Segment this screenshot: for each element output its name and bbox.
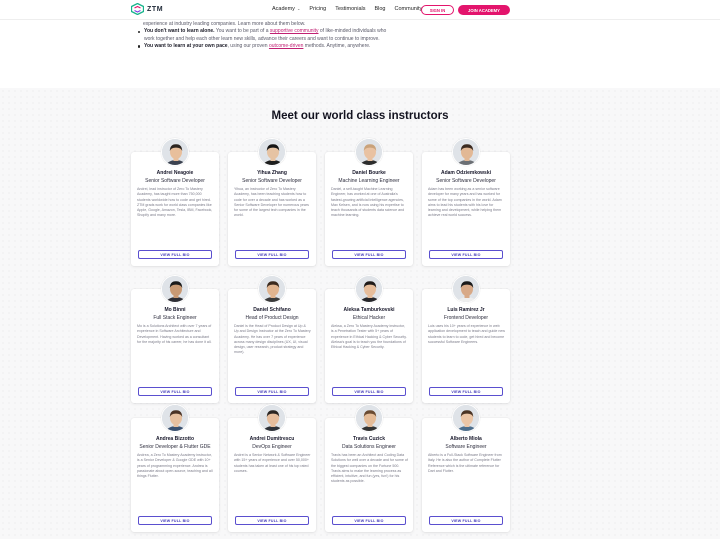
intro-text: experience at industry leading companies… <box>138 21 390 50</box>
instructor-avatar <box>161 275 189 303</box>
bullet-text: methods. Anytime, anywhere. <box>303 42 371 49</box>
view-full-bio-button[interactable]: VIEW FULL BIO <box>429 516 503 525</box>
instructor-bio: Mo is a Solutions Architect with over 7 … <box>137 324 212 344</box>
instructor-role: Ethical Hacker <box>352 315 386 321</box>
instructor-card: Alberto Miola Software Engineer Alberto is… <box>422 404 510 532</box>
instructor-avatar <box>258 404 286 432</box>
nav-link-blog[interactable]: Blog <box>374 6 385 12</box>
instructor-avatar <box>452 275 480 303</box>
view-full-bio-button[interactable]: VIEW FULL BIO <box>332 250 406 259</box>
instructor-avatar <box>452 404 480 432</box>
instructor-avatar <box>355 404 383 432</box>
instructor-name: Andrei Dumitrescu <box>249 436 295 442</box>
intro-bullet-pace: You want to learn at your own pace, usin… <box>138 42 390 50</box>
instructor-avatar <box>258 275 286 303</box>
ztm-logo[interactable]: ZTM <box>131 3 163 15</box>
instructor-name: Daniel Schifano <box>253 307 291 313</box>
intro-bullet-community: You don't want to learn alone. You want … <box>138 28 390 43</box>
instructor-name: Aleksa Tamburkovski <box>343 307 395 313</box>
instructor-card: Daniel Bourke Machine Learning Engineer Da… <box>325 138 413 266</box>
instructor-name: Travis Cuzick <box>353 436 385 442</box>
view-full-bio-button[interactable]: VIEW FULL BIO <box>235 387 309 396</box>
intro-line: experience at industry leading companies… <box>143 21 306 27</box>
instructor-card: Aleksa Tamburkovski Ethical Hacker Aleksa,… <box>325 275 413 403</box>
instructor-bio: Andrea, a Zero To Mastery Academy instru… <box>137 453 213 479</box>
instructor-name: Andrei Neagoie <box>156 170 194 176</box>
nav-link-academy[interactable]: Academy ⌄ <box>272 6 300 12</box>
instructor-avatar <box>161 138 189 166</box>
view-full-bio-button[interactable]: VIEW FULL BIO <box>138 250 212 259</box>
instructor-bio: Andrei is a Senior Network & Software En… <box>234 453 311 473</box>
bullet-bold: You want to learn at your own pace <box>144 42 228 49</box>
nav-link-testimonials[interactable]: Testimonials <box>335 6 365 12</box>
view-full-bio-button[interactable]: VIEW FULL BIO <box>235 250 309 259</box>
bullet-text: You want to be part of a <box>214 28 270 35</box>
instructor-card: Daniel Schifano Head of Product Design Dan… <box>228 275 316 403</box>
view-full-bio-button[interactable]: VIEW FULL BIO <box>332 387 406 396</box>
instructor-card: Adam Odziemkowski Senior Software Develop… <box>422 138 510 266</box>
instructor-name: Luis Ramirez Jr <box>447 307 485 313</box>
bullet-bold: You don't want to learn alone. <box>144 28 215 35</box>
instructor-bio: Adam has been working as a senior softwa… <box>428 187 502 218</box>
instructor-card: Mo Binni Full Stack Engineer Mo is a Solut… <box>131 275 219 403</box>
section-title: Meet our world class instructors <box>271 110 449 122</box>
instructor-avatar <box>452 138 480 166</box>
view-full-bio-button[interactable]: VIEW FULL BIO <box>332 516 406 525</box>
instructor-role: Senior Software Developer <box>145 178 205 184</box>
instructor-bio: Luis uses his 10+ years of experience in… <box>428 324 505 344</box>
instructor-bio: Andrei, lead instructor of Zero To Maste… <box>137 187 213 218</box>
instructor-card: Travis Cuzick Data Solutions Engineer Trav… <box>325 404 413 532</box>
instructor-card: Andrei Neagoie Senior Software Developer A… <box>131 138 219 266</box>
instructor-name: Adam Odziemkowski <box>440 170 491 176</box>
instructor-role: Frontend Developer <box>443 315 489 321</box>
instructor-avatar <box>258 138 286 166</box>
logo-text: ZTM <box>147 5 164 13</box>
nav-link-label: Academy <box>272 6 295 12</box>
view-full-bio-button[interactable]: VIEW FULL BIO <box>138 387 212 396</box>
nav-link-community[interactable]: Community <box>395 6 423 12</box>
instructor-role: Senior Software Developer <box>436 178 496 184</box>
instructor-name: Daniel Bourke <box>352 170 386 176</box>
instructor-card: Andrei Dumitrescu DevOps Engineer Andrei i… <box>228 404 316 532</box>
instructor-bio: Daniel is the Head of Product Design at … <box>234 324 311 355</box>
nav-links: Academy ⌄ Pricing Testimonials Blog Comm… <box>272 6 422 12</box>
instructor-role: Full Stack Engineer <box>153 315 197 321</box>
top-navbar: ZTM Academy ⌄ Pricing Testimonials Blog … <box>0 0 720 20</box>
view-full-bio-button[interactable]: VIEW FULL BIO <box>429 387 503 396</box>
chevron-down-icon: ⌄ <box>295 6 301 11</box>
view-full-bio-button[interactable]: VIEW FULL BIO <box>429 250 503 259</box>
instructor-card: Andrea Bizzotto Senior Developer & Flutte… <box>131 404 219 532</box>
ztm-logo-icon <box>131 3 144 15</box>
instructor-name: Alberto Miola <box>450 436 482 442</box>
view-full-bio-button[interactable]: VIEW FULL BIO <box>138 516 212 525</box>
instructor-avatar <box>355 275 383 303</box>
nav-link-pricing[interactable]: Pricing <box>309 6 326 12</box>
instructor-name: Andrea Bizzotto <box>155 436 195 442</box>
instructor-role: Senior Software Developer <box>242 178 302 184</box>
instructor-role: Software Engineer <box>445 444 487 450</box>
instructor-bio: Yihua, an instructor of Zero To Mastery … <box>234 187 309 218</box>
instructor-avatar <box>161 404 189 432</box>
instructor-bio: Daniel, a self-taught Machine Learning E… <box>331 187 405 218</box>
instructor-name: Mo Binni <box>164 307 186 313</box>
instructor-name: Yihua Zhang <box>257 170 287 176</box>
instructor-role: Senior Developer & Flutter GDE <box>139 444 211 450</box>
instructor-bio: Aleksa, a Zero To Mastery Academy instru… <box>331 324 407 350</box>
instructor-role: DevOps Engineer <box>252 444 292 450</box>
instructor-role: Head of Product Design <box>245 315 299 321</box>
instructor-card: Luis Ramirez Jr Frontend Developer Luis us… <box>422 275 510 403</box>
instructor-role: Machine Learning Engineer <box>338 178 400 184</box>
sign-in-button[interactable]: SIGN IN <box>421 5 454 15</box>
view-full-bio-button[interactable]: VIEW FULL BIO <box>235 516 309 525</box>
join-academy-button[interactable]: JOIN ACADEMY <box>458 5 510 15</box>
instructor-card: Yihua Zhang Senior Software Developer Yihu… <box>228 138 316 266</box>
supportive-community-link[interactable]: supportive community <box>270 28 319 34</box>
outcome-driven-link[interactable]: outcome-driven <box>269 43 303 49</box>
instructor-bio: Travis has been an Architect and Coding … <box>331 453 408 484</box>
instructor-bio: Alberto is a Full-Stack Software Enginee… <box>428 453 502 473</box>
instructor-avatar <box>355 138 383 166</box>
bullet-text: , using our proven <box>227 42 269 49</box>
instructor-role: Data Solutions Engineer <box>342 444 396 450</box>
